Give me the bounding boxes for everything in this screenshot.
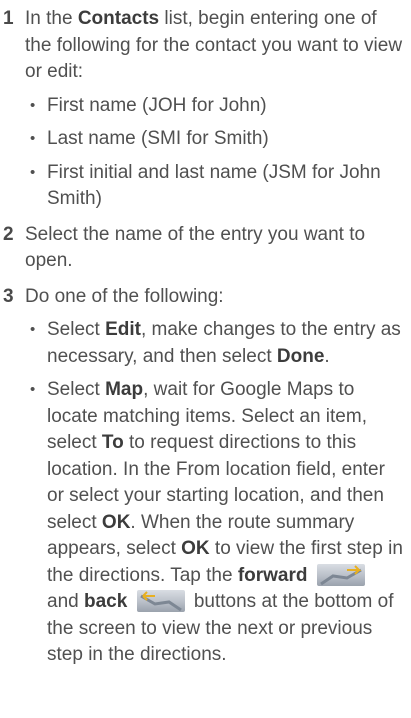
step-text: Do one of the following: xyxy=(25,284,405,311)
text-run: Do one of the following: xyxy=(25,285,224,307)
step-number: 2 xyxy=(3,223,14,245)
bullet-list: Select Edit, make changes to the entry a… xyxy=(25,317,405,669)
text-run: Select xyxy=(47,319,106,340)
step-text: In the Contacts list, begin entering one… xyxy=(25,6,405,86)
bullet-item: Last name (SMI for Smith) xyxy=(25,126,405,153)
text-run: Select the name of the entry you want to… xyxy=(25,223,366,272)
text-run xyxy=(127,591,132,612)
text-run: Select xyxy=(47,379,106,400)
text-run: Last name (SMI for Smith) xyxy=(47,128,269,149)
bullet-item: Select Map, wait for Google Maps to loca… xyxy=(25,377,405,669)
instruction-page: 1 In the Contacts list, begin entering on… xyxy=(0,6,411,718)
bold-term: OK xyxy=(101,511,131,533)
text-run: . xyxy=(324,345,330,367)
bullet-item: First initial and last name (JSM for Joh… xyxy=(25,160,405,213)
bullet-item: Select Edit, make changes to the entry a… xyxy=(25,317,405,370)
text-run: and xyxy=(47,591,84,612)
bold-term: Done xyxy=(276,345,325,367)
text-run: First name (JOH for John) xyxy=(47,94,267,116)
step-2: 2 Select the name of the entry you want t… xyxy=(0,222,411,275)
step-number: 1 xyxy=(3,8,14,29)
bold-term: forward xyxy=(237,564,308,586)
bold-term: back xyxy=(83,591,128,612)
bold-term: Edit xyxy=(105,319,141,340)
back-button-icon xyxy=(136,590,185,612)
text-run: In the xyxy=(25,8,78,29)
bold-term: To xyxy=(101,432,124,453)
step-number: 3 xyxy=(3,285,14,307)
text-run xyxy=(308,565,313,586)
bold-term: Contacts xyxy=(77,8,160,29)
step-text: Select the name of the entry you want to… xyxy=(25,222,405,275)
bold-term: OK xyxy=(181,538,210,559)
bullet-list: First name (JOH for John) Last name (SMI … xyxy=(25,93,405,213)
forward-button-icon xyxy=(316,563,365,586)
step-3: 3 Do one of the following: Select Edit, ma… xyxy=(0,284,411,669)
bold-term: Map xyxy=(105,379,144,400)
step-1: 1 In the Contacts list, begin entering on… xyxy=(0,6,411,213)
bullet-item: First name (JOH for John) xyxy=(25,93,405,120)
text-run: First initial and last name (JSM for Joh… xyxy=(47,161,381,210)
